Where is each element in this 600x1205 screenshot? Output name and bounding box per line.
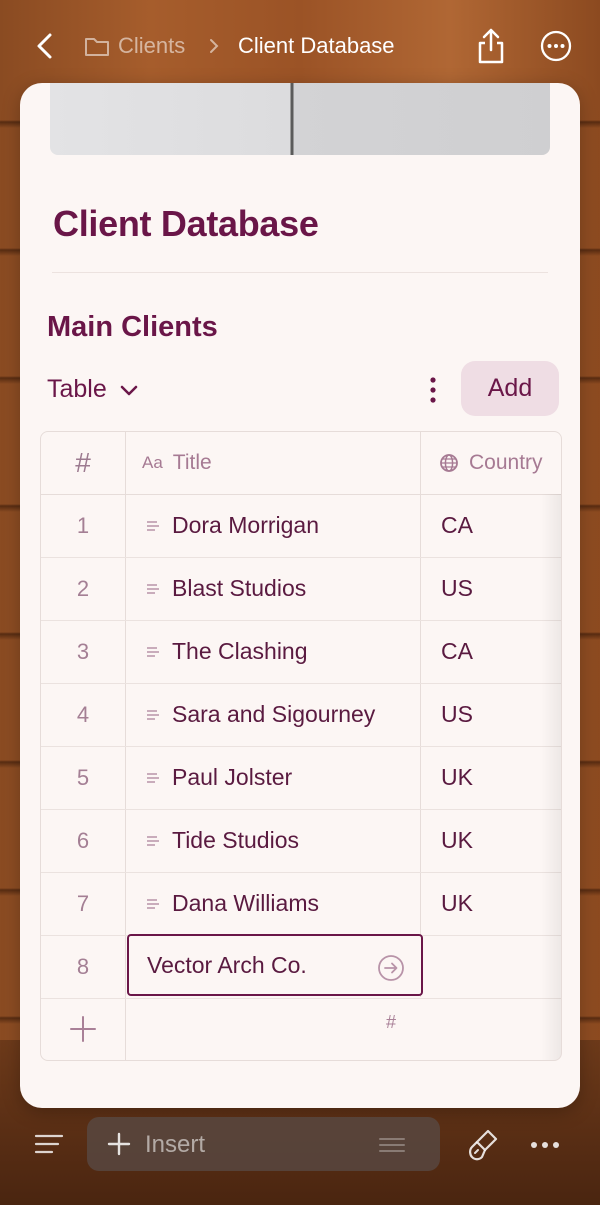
table-row[interactable]: 5 Paul Jolster UK — [41, 746, 561, 810]
column-header-number[interactable]: # — [41, 432, 125, 494]
page-card: Client Database Main Clients Table Add #… — [20, 83, 580, 1108]
section-title[interactable]: Main Clients — [47, 311, 218, 344]
title-cell-input[interactable]: Vector Arch Co. — [127, 934, 423, 996]
title-cell-text: Paul Jolster — [172, 764, 293, 790]
title-cell-text: Sara and Sigourney — [172, 701, 376, 727]
more-circle-icon — [540, 30, 572, 62]
table-row[interactable]: 7 Dana Williams UK — [41, 872, 561, 936]
text-type-icon: Aa — [142, 453, 163, 472]
title-cell[interactable]: Blast Studios — [126, 557, 420, 620]
calculation-cell[interactable]: # — [386, 1012, 396, 1033]
add-row-button[interactable] — [68, 1014, 98, 1044]
country-cell[interactable]: UK — [421, 872, 561, 935]
title-cell[interactable]: Paul Jolster — [126, 746, 420, 809]
back-icon — [37, 33, 52, 59]
row-number: 3 — [76, 638, 90, 664]
country-cell[interactable]: US — [421, 683, 561, 746]
table-row[interactable]: 3 The Clashing CA — [41, 620, 561, 684]
title-cell-text: Tide Studios — [172, 827, 299, 853]
row-number: 4 — [76, 701, 90, 727]
row-number: 6 — [76, 827, 90, 853]
title-cell[interactable]: Dana Williams — [126, 872, 420, 935]
title-cell-text: Blast Studios — [172, 575, 307, 601]
row-number: 5 — [76, 764, 90, 790]
chevron-right-icon — [210, 39, 219, 53]
view-selector-label: Table — [47, 375, 107, 403]
table-row[interactable]: 1 Dora Morrigan CA — [41, 494, 561, 558]
row-lines-icon — [147, 898, 159, 909]
brush-icon[interactable] — [466, 1127, 500, 1163]
country-cell[interactable]: US — [421, 557, 561, 620]
view-options-button[interactable] — [423, 373, 443, 409]
chevron-down-icon — [120, 385, 138, 395]
insert-bar[interactable]: Insert — [87, 1117, 440, 1171]
title-cell-input-text: Vector Arch Co. — [147, 951, 307, 978]
row-lines-icon — [147, 835, 159, 846]
table-row[interactable]: 4 Sara and Sigourney US — [41, 683, 561, 747]
page-title[interactable]: Client Database — [53, 203, 319, 245]
table-header: # Aa Title Country — [41, 432, 561, 495]
drag-handle-icon[interactable] — [379, 1136, 405, 1154]
title-cell-text: Dora Morrigan — [172, 512, 319, 538]
column-header-title[interactable]: Aa Title — [126, 432, 420, 494]
row-number: 1 — [76, 512, 90, 538]
breadcrumb-parent-label: Clients — [118, 33, 186, 58]
title-divider — [52, 272, 548, 273]
column-header-title-label: Title — [172, 451, 212, 474]
kebab-icon — [430, 377, 436, 403]
row-number: 8 — [76, 953, 90, 979]
breadcrumb-current: Client Database — [238, 33, 395, 58]
breadcrumb-parent[interactable]: Clients — [84, 30, 185, 62]
column-header-country-label: Country — [469, 451, 543, 474]
more-dots-icon[interactable] — [530, 1136, 560, 1154]
row-lines-icon — [147, 520, 159, 531]
view-selector[interactable]: Table — [47, 375, 139, 404]
table-row[interactable]: 2 Blast Studios US — [41, 557, 561, 621]
table-row[interactable]: 6 Tide Studios UK — [41, 809, 561, 873]
outline-icon[interactable] — [34, 1133, 64, 1155]
title-cell[interactable]: Tide Studios — [126, 809, 420, 872]
column-header-country[interactable]: Country — [421, 432, 561, 494]
title-cell[interactable]: Sara and Sigourney — [126, 683, 420, 746]
row-lines-icon — [147, 583, 159, 594]
title-cell-text: Dana Williams — [172, 890, 319, 916]
back-button[interactable] — [30, 30, 60, 62]
add-button[interactable]: Add — [461, 361, 559, 416]
country-cell[interactable]: CA — [421, 494, 561, 557]
country-cell[interactable]: CA — [421, 620, 561, 683]
row-lines-icon — [147, 646, 159, 657]
row-lines-icon — [147, 772, 159, 783]
share-button[interactable] — [474, 26, 508, 66]
country-cell[interactable]: UK — [421, 809, 561, 872]
share-icon — [478, 28, 504, 64]
cover-image[interactable] — [50, 83, 550, 155]
row-number: 7 — [76, 890, 90, 916]
open-arrow-icon[interactable] — [377, 954, 405, 982]
country-cell[interactable]: UK — [421, 746, 561, 809]
plus-icon — [107, 1132, 131, 1156]
scroll-fade — [541, 494, 561, 1060]
title-cell-text: The Clashing — [172, 638, 308, 664]
folder-icon — [85, 38, 109, 56]
row-number: 2 — [76, 575, 90, 601]
row-lines-icon — [147, 709, 159, 720]
more-options-button[interactable] — [540, 30, 572, 62]
top-nav: Clients Client Database — [0, 0, 600, 92]
title-cell[interactable]: Dora Morrigan — [126, 494, 420, 557]
insert-label: Insert — [145, 1131, 206, 1158]
client-table: # Aa Title Country 1 Dora Morrigan CA 2 … — [40, 431, 562, 1061]
globe-icon — [440, 454, 458, 472]
title-cell[interactable]: The Clashing — [126, 620, 420, 683]
